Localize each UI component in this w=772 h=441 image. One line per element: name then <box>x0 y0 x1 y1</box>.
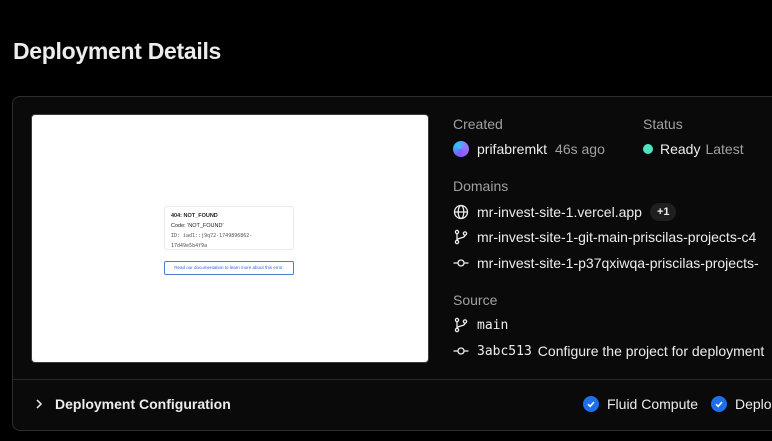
domains-label: Domains <box>453 178 509 194</box>
globe-icon <box>453 204 469 220</box>
source-branch[interactable]: main <box>477 318 508 333</box>
domain-link-git[interactable]: mr-invest-site-1-git-main-priscilas-proj… <box>477 229 756 245</box>
status-tag: Latest <box>705 141 744 157</box>
deployment-configuration-toggle[interactable]: Deployment Configuration <box>33 396 231 412</box>
created-user[interactable]: prifabremkt <box>477 141 547 157</box>
feature-label: Deplo <box>735 396 772 412</box>
source-commit-hash[interactable]: 3abc513 <box>477 344 532 359</box>
error-box: 404: NOT_FOUND Code: 'NOT_FOUND' ID: iad… <box>164 206 294 250</box>
git-commit-icon <box>453 343 469 359</box>
created-row: prifabremkt 46s ago <box>453 141 605 157</box>
domain-row-commit: mr-invest-site-1-p37qxiwqa-priscilas-pro… <box>453 255 759 271</box>
domain-row-primary: mr-invest-site-1.vercel.app +1 <box>453 203 677 221</box>
deployment-preview[interactable]: 404: NOT_FOUND Code: 'NOT_FOUND' ID: iad… <box>31 114 429 363</box>
git-branch-icon <box>453 229 469 245</box>
feature-fluid-compute: Fluid Compute <box>583 396 698 412</box>
domain-link-primary[interactable]: mr-invest-site-1.vercel.app <box>477 204 642 220</box>
source-commit-row: 3abc513 Configure the project for deploy… <box>453 343 764 359</box>
status-row: Ready Latest <box>643 141 744 157</box>
created-time: 46s ago <box>555 141 605 157</box>
domains-extra-badge[interactable]: +1 <box>649 203 677 221</box>
domain-row-git: mr-invest-site-1-git-main-priscilas-proj… <box>453 229 756 245</box>
source-branch-row: main <box>453 317 508 333</box>
error-code: 404: NOT_FOUND <box>171 213 218 219</box>
status-label: Status <box>643 116 683 132</box>
avatar <box>453 141 469 157</box>
domain-link-deployment[interactable]: mr-invest-site-1-p37qxiwqa-priscilas-pro… <box>477 255 759 271</box>
feature-label: Fluid Compute <box>607 396 699 412</box>
status-dot-icon <box>643 144 653 154</box>
git-commit-icon <box>453 255 469 271</box>
check-circle-icon <box>711 396 727 412</box>
check-circle-icon <box>583 396 599 412</box>
error-id-line: ID: iad1::j9q72-1749896862-17d49e5b4f9a <box>171 233 253 249</box>
page-title: Deployment Details <box>13 38 222 64</box>
footer-bar: Deployment Configuration Fluid Compute D… <box>13 380 772 430</box>
feature-deployment: Deplo <box>711 396 772 412</box>
source-label: Source <box>453 292 498 308</box>
deployment-configuration-label: Deployment Configuration <box>55 396 231 412</box>
status-value: Ready <box>660 141 701 157</box>
chevron-right-icon <box>33 398 45 410</box>
deployment-card: 404: NOT_FOUND Code: 'NOT_FOUND' ID: iad… <box>12 96 772 431</box>
created-label: Created <box>453 116 503 132</box>
error-docs-link: Read our documentation to learn more abo… <box>164 261 294 275</box>
source-commit-message: Configure the project for deployment <box>537 343 765 359</box>
error-code-line: Code: 'NOT_FOUND' <box>171 223 224 229</box>
git-branch-icon <box>453 317 469 333</box>
